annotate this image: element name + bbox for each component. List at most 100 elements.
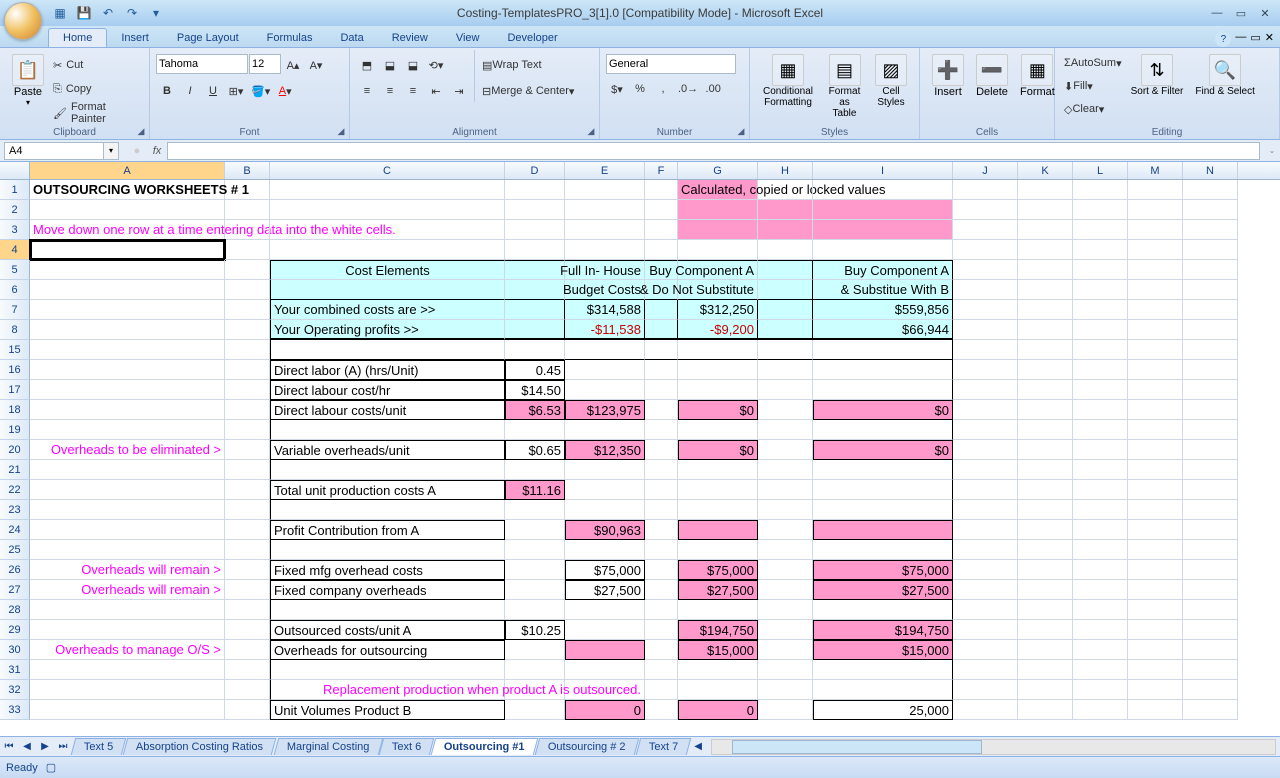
increase-font-icon[interactable]: A▴ [282, 54, 304, 76]
cell-G19[interactable] [678, 420, 758, 440]
cell-F19[interactable] [645, 420, 678, 440]
cell-E30[interactable] [565, 640, 645, 660]
cell-E32[interactable]: Replacement production when product A is… [565, 680, 645, 700]
cell-B32[interactable] [225, 680, 270, 700]
sheet-tab-outsourcing-2[interactable]: Outsourcing # 2 [535, 738, 639, 755]
cell-L18[interactable] [1073, 400, 1128, 420]
cell-A1[interactable]: OUTSOURCING WORKSHEETS # 1 [30, 180, 225, 200]
cell-C29[interactable]: Outsourced costs/unit A [270, 620, 505, 640]
cell-M7[interactable] [1128, 300, 1183, 320]
cell-M27[interactable] [1128, 580, 1183, 600]
cell-A5[interactable] [30, 260, 225, 280]
cell-E6[interactable]: Budget Costs [565, 280, 645, 300]
cell-L7[interactable] [1073, 300, 1128, 320]
cell-M24[interactable] [1128, 520, 1183, 540]
cell-N4[interactable] [1183, 240, 1238, 260]
cell-C3[interactable] [270, 220, 505, 240]
cell-C8[interactable]: Your Operating profits >> [270, 320, 505, 340]
cell-C19[interactable] [270, 420, 505, 440]
cell-M29[interactable] [1128, 620, 1183, 640]
align-bottom-icon[interactable]: ⬓ [402, 54, 424, 76]
paste-button[interactable]: 📋 Paste ▾ [6, 50, 50, 124]
cell-L1[interactable] [1073, 180, 1128, 200]
cell-F26[interactable] [645, 560, 678, 580]
cell-B20[interactable] [225, 440, 270, 460]
cell-H17[interactable] [758, 380, 813, 400]
cell-F32[interactable] [645, 680, 678, 700]
cell-H29[interactable] [758, 620, 813, 640]
cell-D2[interactable] [505, 200, 565, 220]
column-header-H[interactable]: H [758, 162, 813, 179]
cell-J31[interactable] [953, 660, 1018, 680]
cell-B21[interactable] [225, 460, 270, 480]
fx-button[interactable]: fx [147, 142, 167, 160]
cell-F33[interactable] [645, 700, 678, 720]
cell-A22[interactable] [30, 480, 225, 500]
sheet-tab-marginal-costing[interactable]: Marginal Costing [273, 738, 382, 755]
cell-L28[interactable] [1073, 600, 1128, 620]
cell-L15[interactable] [1073, 340, 1128, 360]
cell-I2[interactable] [813, 200, 953, 220]
tab-nav-next[interactable]: ▶ [36, 739, 54, 755]
column-header-C[interactable]: C [270, 162, 505, 179]
row-header-15[interactable]: 15 [0, 340, 30, 360]
cell-L31[interactable] [1073, 660, 1128, 680]
cell-K18[interactable] [1018, 400, 1073, 420]
cell-G32[interactable] [678, 680, 758, 700]
cell-E21[interactable] [565, 460, 645, 480]
cell-G4[interactable] [678, 240, 758, 260]
cell-L17[interactable] [1073, 380, 1128, 400]
ribbon-tab-formulas[interactable]: Formulas [253, 29, 327, 47]
currency-icon[interactable]: $▾ [606, 78, 628, 100]
cell-F28[interactable] [645, 600, 678, 620]
cell-D16[interactable]: 0.45 [505, 360, 565, 380]
ribbon-tab-page-layout[interactable]: Page Layout [163, 29, 253, 47]
cell-M22[interactable] [1128, 480, 1183, 500]
cell-J21[interactable] [953, 460, 1018, 480]
cell-B3[interactable] [225, 220, 270, 240]
column-header-L[interactable]: L [1073, 162, 1128, 179]
cell-G3[interactable] [678, 220, 758, 240]
select-all-corner[interactable] [0, 162, 30, 179]
cell-H7[interactable] [758, 300, 813, 320]
cell-F24[interactable] [645, 520, 678, 540]
cell-I8[interactable]: $66,944 [813, 320, 953, 340]
cell-G6[interactable]: & Do Not Substitute [678, 280, 758, 300]
cell-H30[interactable] [758, 640, 813, 660]
row-header-21[interactable]: 21 [0, 460, 30, 480]
row-header-32[interactable]: 32 [0, 680, 30, 700]
cell-L3[interactable] [1073, 220, 1128, 240]
cell-I6[interactable]: & Substitue With B [813, 280, 953, 300]
row-header-28[interactable]: 28 [0, 600, 30, 620]
cell-I28[interactable] [813, 600, 953, 620]
cell-G29[interactable]: $194,750 [678, 620, 758, 640]
cell-I4[interactable] [813, 240, 953, 260]
cell-I23[interactable] [813, 500, 953, 520]
cell-G30[interactable]: $15,000 [678, 640, 758, 660]
cell-M23[interactable] [1128, 500, 1183, 520]
cell-F23[interactable] [645, 500, 678, 520]
cell-B16[interactable] [225, 360, 270, 380]
cell-D24[interactable] [505, 520, 565, 540]
cell-E7[interactable]: $314,588 [565, 300, 645, 320]
cell-A25[interactable] [30, 540, 225, 560]
cell-C5[interactable]: Cost Elements [270, 260, 505, 280]
cell-E17[interactable] [565, 380, 645, 400]
cell-G21[interactable] [678, 460, 758, 480]
cell-C6[interactable] [270, 280, 505, 300]
row-header-24[interactable]: 24 [0, 520, 30, 540]
cell-D28[interactable] [505, 600, 565, 620]
cell-N5[interactable] [1183, 260, 1238, 280]
cell-J5[interactable] [953, 260, 1018, 280]
cell-L29[interactable] [1073, 620, 1128, 640]
cell-I7[interactable]: $559,856 [813, 300, 953, 320]
cell-J15[interactable] [953, 340, 1018, 360]
cell-F25[interactable] [645, 540, 678, 560]
cell-N1[interactable] [1183, 180, 1238, 200]
cell-N2[interactable] [1183, 200, 1238, 220]
tab-scroll-indicator[interactable]: ◀ [689, 739, 707, 755]
cell-B31[interactable] [225, 660, 270, 680]
cell-E24[interactable]: $90,963 [565, 520, 645, 540]
cell-K26[interactable] [1018, 560, 1073, 580]
fill-button[interactable]: ⬇ Fill ▾ [1061, 75, 1125, 97]
